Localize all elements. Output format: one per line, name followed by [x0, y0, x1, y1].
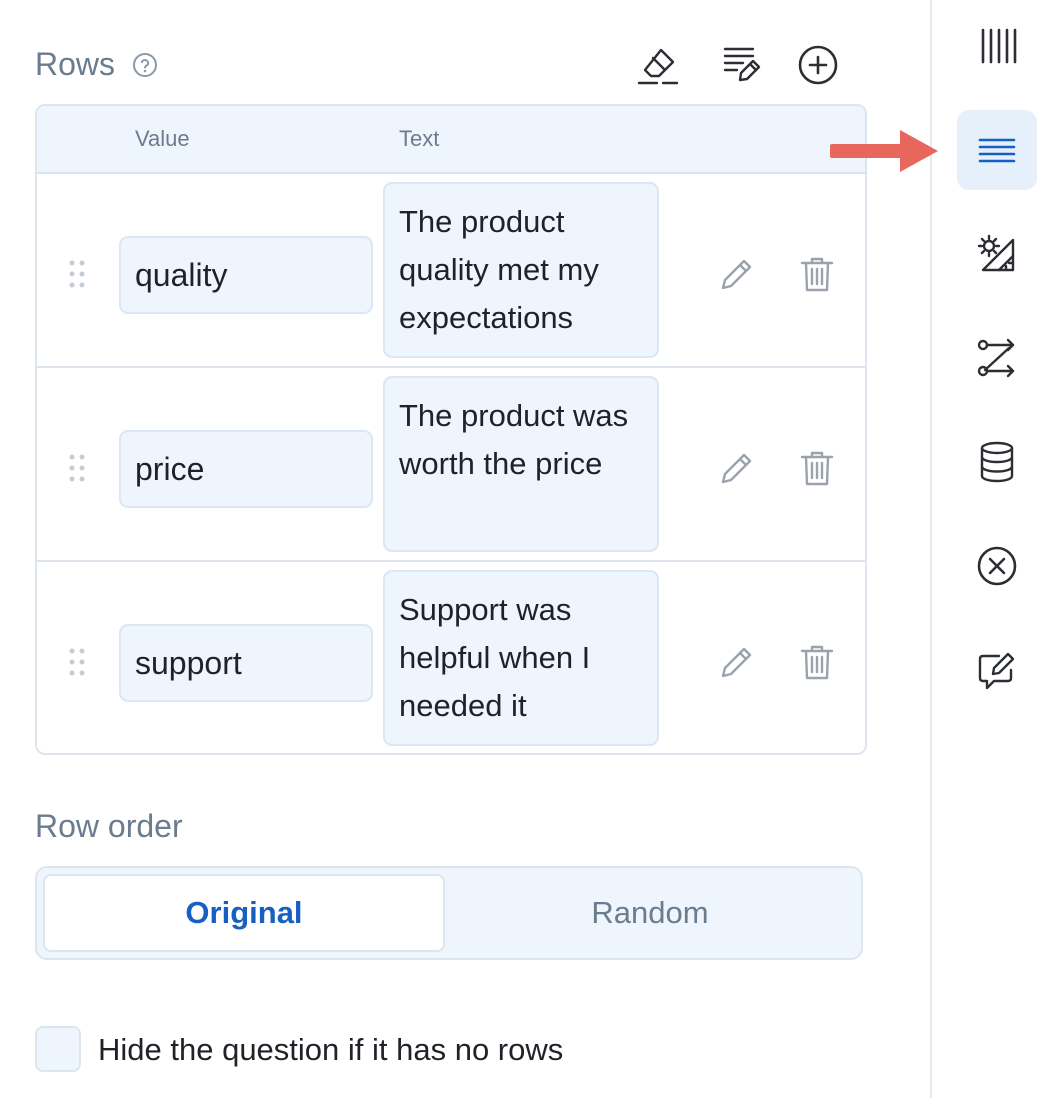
comment-edit-icon [978, 652, 1015, 690]
edit-list-icon [723, 47, 761, 82]
close-circle-icon [977, 546, 1017, 586]
edit-rows-button[interactable] [715, 40, 765, 90]
sidebar-item-rows[interactable] [957, 110, 1037, 190]
delete-row-button[interactable] [795, 446, 839, 490]
row-order-option-original[interactable]: Original [43, 874, 445, 952]
trash-icon [800, 257, 834, 292]
rows-table: Value Text quality The product quality m… [35, 104, 867, 755]
table-header: Value Text [37, 106, 865, 174]
trash-icon [800, 645, 834, 680]
delete-row-button[interactable] [795, 252, 839, 296]
pointer-arrow-icon [830, 130, 938, 172]
sidebar-item-settings[interactable] [957, 214, 1037, 294]
hide-question-checkbox[interactable] [35, 1026, 81, 1072]
drag-handle-icon[interactable] [67, 452, 87, 484]
add-row-button[interactable] [793, 40, 843, 90]
column-header-value: Value [135, 126, 190, 151]
trash-icon [800, 451, 834, 486]
pencil-icon [721, 259, 752, 290]
sidebar [930, 0, 1060, 1098]
row-order-option-random[interactable]: Random [449, 874, 851, 952]
rows-header: Rows [35, 40, 865, 90]
sidebar-item-logic[interactable] [957, 318, 1037, 398]
logic-flow-icon [977, 338, 1015, 378]
plus-circle-icon [798, 45, 838, 85]
row-value-input[interactable]: price [119, 430, 373, 508]
sidebar-item-comment[interactable] [957, 630, 1037, 710]
database-icon [980, 441, 1014, 483]
table-row: price The product was worth the price [37, 368, 865, 562]
property-panel: Rows Value Text quality The product qual… [0, 0, 930, 1098]
drag-handle-icon[interactable] [67, 258, 87, 290]
hide-question-label[interactable]: Hide the question if it has no rows [98, 1032, 563, 1068]
pencil-icon [721, 647, 752, 678]
edit-row-button[interactable] [715, 446, 759, 490]
pencil-icon [721, 453, 752, 484]
row-text-input[interactable]: The product was worth the price [383, 376, 659, 552]
row-value-input[interactable]: support [119, 624, 373, 702]
row-text-input[interactable]: The product quality met my expectations [383, 182, 659, 358]
sidebar-item-validation[interactable] [957, 526, 1037, 606]
table-row: quality The product quality met my expec… [37, 174, 865, 368]
row-text-input[interactable]: Support was helpful when I needed it [383, 570, 659, 746]
drag-handle-icon[interactable] [67, 646, 87, 678]
settings-ruler-icon [977, 234, 1015, 272]
row-order-switch: Original Random [35, 866, 863, 960]
edit-row-button[interactable] [715, 252, 759, 296]
rows-icon [978, 138, 1016, 163]
columns-icon [981, 28, 1017, 64]
page: Rows Value Text quality The product qual… [0, 0, 1060, 1098]
question-circle-icon[interactable] [132, 52, 158, 78]
sidebar-item-columns[interactable] [957, 6, 1037, 86]
row-order-label: Row order [35, 808, 183, 844]
table-row: support Support was helpful when I neede… [37, 562, 865, 753]
edit-row-button[interactable] [715, 640, 759, 684]
delete-row-button[interactable] [795, 640, 839, 684]
eraser-icon [637, 48, 679, 85]
sidebar-item-data[interactable] [957, 422, 1037, 502]
column-header-text: Text [399, 126, 440, 151]
row-value-input[interactable]: quality [119, 236, 373, 314]
clear-rows-button[interactable] [633, 40, 683, 90]
rows-title: Rows [35, 46, 116, 82]
